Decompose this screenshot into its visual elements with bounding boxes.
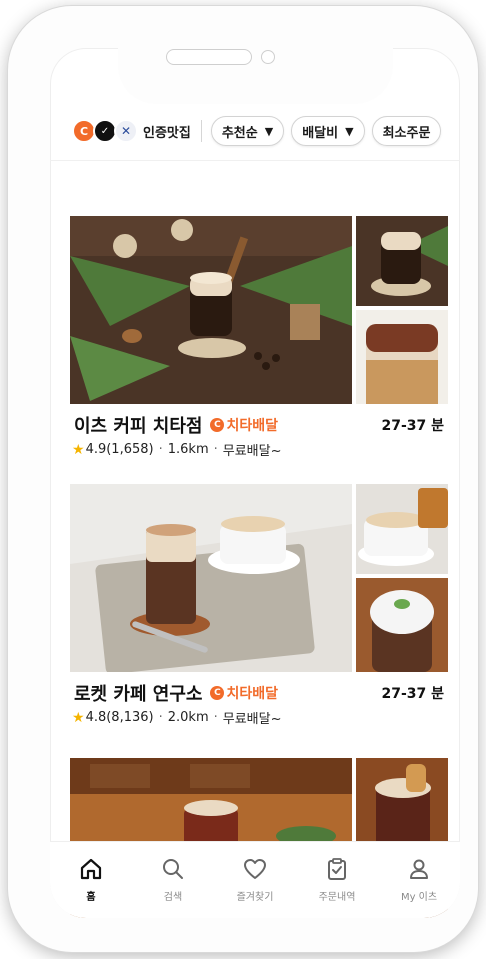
tab-favorites[interactable]: 즐겨찾기 [217,842,293,918]
store-meta: ★ 4.8(8,136) · 2.0km · 무료배달~ [72,708,282,728]
cheetah-delivery-badge: C 치타배달 [210,415,278,435]
star-icon: ★ [72,441,85,458]
chevron-down-icon: ▼ [264,124,274,138]
store-name-row: 로켓 카페 연구소 C 치타배달 27-37 분 [74,680,444,706]
cheetah-delivery-label: 치타배달 [226,418,278,434]
search-icon [163,859,183,879]
meta-separator: · [158,710,163,725]
store-main-photo [70,216,352,404]
front-camera [261,50,275,64]
meta-separator: · [213,710,218,725]
person-icon [410,859,428,879]
speaker-grille [166,49,252,65]
min-order-chip-label: 최소주문 [382,125,431,141]
delivery-eta: 27-37 분 [381,418,444,434]
verified-badges[interactable]: C ✓ ✕ 인증맛집 [72,119,191,143]
store-distance: 1.6km [167,442,209,457]
verified-label: 인증맛집 [143,125,191,141]
utensils-badge-icon: ✕ [114,119,138,143]
store-photos [70,216,448,404]
store-side-photo [356,310,448,404]
cheetah-icon: C [210,418,225,432]
store-card[interactable]: 로켓 카페 연구소 C 치타배달 27-37 분 ★ 4.8(8,136) · … [70,484,448,727]
heart-icon [244,859,266,879]
store-name-row: 이츠 커피 치타점 C 치타배달 27-37 분 [74,412,444,438]
app-screen: C ✓ ✕ 인증맛집 추천순 ▼ 배달비 ▼ 최소주문 이츠 커피 치타점 C … [50,48,460,918]
sort-chip[interactable]: 추천순 ▼ [210,116,285,146]
home-icon [80,858,102,880]
store-main-photo [70,484,352,672]
meta-separator: · [213,442,218,457]
notch [118,48,393,104]
bottom-tab-bar: 홈 검색 즐겨찾기 주문내역 My 이츠 [50,841,460,918]
meta-separator: · [158,442,163,457]
store-rating: 4.8(8,136) [85,710,154,725]
tab-home[interactable]: 홈 [53,842,129,918]
cheetah-delivery-badge: C 치타배달 [210,683,278,703]
clipboard-icon [328,858,346,880]
delivery-fee-chip-label: 배달비 [302,125,339,141]
store-side-photo [356,484,448,574]
store-delivery-fee: 무료배달~ [222,444,282,459]
phone-frame: C ✓ ✕ 인증맛집 추천순 ▼ 배달비 ▼ 최소주문 이츠 커피 치타점 C … [8,6,478,952]
tab-search[interactable]: 검색 [135,842,211,918]
store-name: 로켓 카페 연구소 [74,684,203,705]
delivery-eta: 27-37 분 [381,686,444,702]
store-rating: 4.9(1,658) [85,442,154,457]
tab-my-eats[interactable]: My 이츠 [381,842,457,918]
tab-home-label: 홈 [86,892,96,903]
cheetah-delivery-label: 치타배달 [226,686,278,702]
star-icon: ★ [72,709,85,726]
tab-orders[interactable]: 주문내역 [299,842,375,918]
filter-divider [200,120,202,142]
cheetah-icon: C [210,686,225,700]
filter-bar: C ✓ ✕ 인증맛집 추천순 ▼ 배달비 ▼ 최소주문 [50,112,460,150]
filter-separator [50,160,460,161]
tab-orders-label: 주문내역 [318,892,356,903]
store-distance: 2.0km [167,710,209,725]
store-photos [70,484,448,672]
chevron-down-icon: ▼ [345,124,354,138]
store-card[interactable]: 이츠 커피 치타점 C 치타배달 27-37 분 ★ 4.9(1,658) · … [70,216,448,459]
delivery-fee-chip[interactable]: 배달비 ▼ [291,116,365,146]
sort-chip-label: 추천순 [221,125,258,141]
min-order-chip[interactable]: 최소주문 [371,116,442,146]
tab-search-label: 검색 [163,892,183,903]
store-delivery-fee: 무료배달~ [222,712,282,727]
store-name: 이츠 커피 치타점 [74,416,203,437]
store-meta: ★ 4.9(1,658) · 1.6km · 무료배달~ [72,440,282,460]
store-side-photo [356,216,448,306]
tab-my-eats-label: My 이츠 [400,892,438,903]
store-side-photo [356,578,448,672]
tab-favorites-label: 즐겨찾기 [236,892,274,903]
